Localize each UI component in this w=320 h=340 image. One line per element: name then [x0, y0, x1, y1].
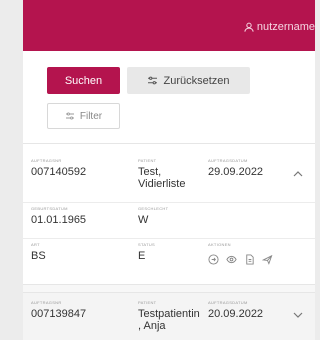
order-date: 29.09.2022 — [208, 166, 264, 178]
birthdate: 01.01.1965 — [31, 214, 87, 226]
divider — [23, 202, 315, 203]
order-number-field: AUFTRAGSNR 007140592 — [31, 158, 87, 178]
patient-field: PATIENT Test, Vidierliste — [138, 158, 198, 190]
order-date-field: AUFTRAGSDATUM 20.09.2022 — [208, 300, 264, 320]
birthdate-field: GEBURTSDATUM 01.01.1965 — [31, 206, 87, 226]
chevron-up-icon[interactable] — [292, 167, 304, 179]
search-button-label: Suchen — [64, 74, 103, 87]
send-icon[interactable] — [261, 252, 273, 265]
gender-field: GESCHLECHT W — [138, 206, 169, 226]
user-icon — [244, 22, 254, 32]
status-field: STATUS E — [138, 242, 155, 262]
username-label: nutzername — [256, 21, 315, 33]
filter-button[interactable]: Filter — [47, 103, 120, 129]
order-number-field: AUFTRAGSNR 007139847 — [31, 300, 87, 320]
patient-name: Testpatientin , Anja — [138, 308, 200, 332]
result-card-expanded[interactable]: AUFTRAGSNR 007140592 PATIENT Test, Vidie… — [23, 143, 315, 285]
user-menu[interactable]: nutzername — [244, 21, 315, 33]
header-bar: nutzername — [23, 0, 315, 51]
circle-arrow-icon[interactable] — [208, 252, 219, 265]
document-icon[interactable] — [244, 252, 255, 265]
search-button[interactable]: Suchen — [47, 67, 120, 94]
reset-button[interactable]: Zurücksetzen — [127, 67, 250, 94]
type-field: ART BS — [31, 242, 46, 262]
actions-field: AKTIONEN — [208, 242, 273, 265]
sliders-icon — [148, 76, 158, 85]
filter-sliders-icon — [65, 112, 74, 120]
order-type: BS — [31, 250, 46, 262]
reset-button-label: Zurücksetzen — [163, 74, 230, 87]
order-number: 007139847 — [31, 308, 87, 320]
order-number: 007140592 — [31, 166, 87, 178]
eye-icon[interactable] — [226, 252, 237, 264]
result-card-collapsed[interactable]: AUFTRAGSNR 007139847 PATIENT Testpatient… — [23, 292, 315, 340]
patient-field: PATIENT Testpatientin , Anja — [138, 300, 202, 332]
patient-name: Test, Vidierliste — [138, 166, 186, 190]
app-window: nutzername Suchen Zurücksetzen Filter AU… — [23, 0, 315, 340]
status: E — [138, 250, 146, 262]
chevron-down-icon[interactable] — [292, 308, 304, 320]
gender: W — [138, 214, 149, 226]
order-date-field: AUFTRAGSDATUM 29.09.2022 — [208, 158, 264, 178]
filter-button-label: Filter — [79, 110, 103, 122]
order-date: 20.09.2022 — [208, 308, 264, 320]
divider — [23, 238, 315, 239]
action-icons — [208, 252, 273, 265]
